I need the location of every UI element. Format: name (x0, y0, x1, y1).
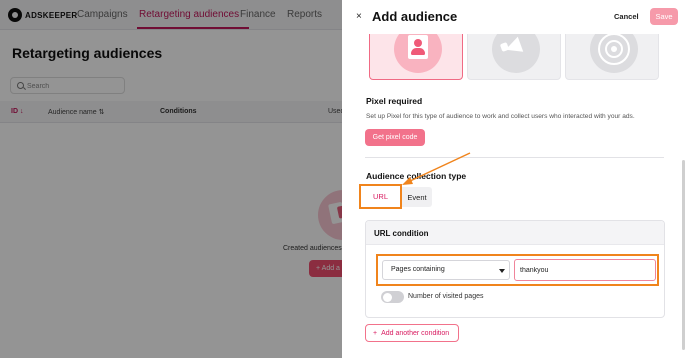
url-value-input[interactable] (514, 259, 656, 281)
drawer-header: × Add audience Cancel Save (342, 0, 688, 34)
person-body-icon (411, 48, 425, 55)
audience-type-card-ads[interactable] (467, 28, 561, 80)
pixel-required-title: Pixel required (366, 96, 423, 106)
audience-type-card-pixel[interactable] (369, 28, 463, 80)
scrollbar-thumb[interactable] (682, 160, 685, 350)
modal-overlay[interactable] (0, 0, 342, 358)
pixel-description: Set up Pixel for this type of audience t… (366, 113, 635, 120)
toggle-knob (382, 292, 392, 302)
audience-type-card-reach[interactable] (565, 28, 659, 80)
drawer-title: Add audience (372, 9, 458, 24)
plus-icon: + (373, 329, 378, 337)
section-divider (365, 157, 664, 158)
get-pixel-code-button[interactable]: Get pixel code (365, 129, 425, 146)
cancel-button[interactable]: Cancel (614, 12, 639, 21)
person-head-icon (414, 39, 422, 47)
close-icon[interactable]: × (356, 12, 362, 22)
collection-type-event[interactable]: Event (402, 187, 432, 207)
url-condition-header: URL condition (366, 221, 664, 245)
collection-type-url[interactable]: URL (359, 184, 402, 209)
visited-pages-label: Number of visited pages (408, 293, 484, 300)
add-condition-label: Add another condition (381, 329, 450, 337)
condition-type-value: Pages containing (391, 266, 445, 273)
condition-type-select[interactable]: Pages containing (382, 260, 510, 280)
save-button[interactable]: Save (650, 8, 678, 25)
visited-pages-toggle[interactable] (381, 291, 404, 303)
add-another-condition-button[interactable]: + Add another condition (365, 324, 459, 342)
collection-type-title: Audience collection type (366, 171, 467, 181)
url-condition-panel: URL condition Pages containing Number of… (365, 220, 665, 318)
target-center-icon (611, 46, 617, 52)
add-audience-drawer: × Add audience Cancel Save Pixel require… (342, 0, 688, 358)
condition-row: Pages containing (376, 254, 659, 286)
url-condition-title: URL condition (374, 229, 429, 238)
chevron-down-icon (499, 269, 505, 273)
